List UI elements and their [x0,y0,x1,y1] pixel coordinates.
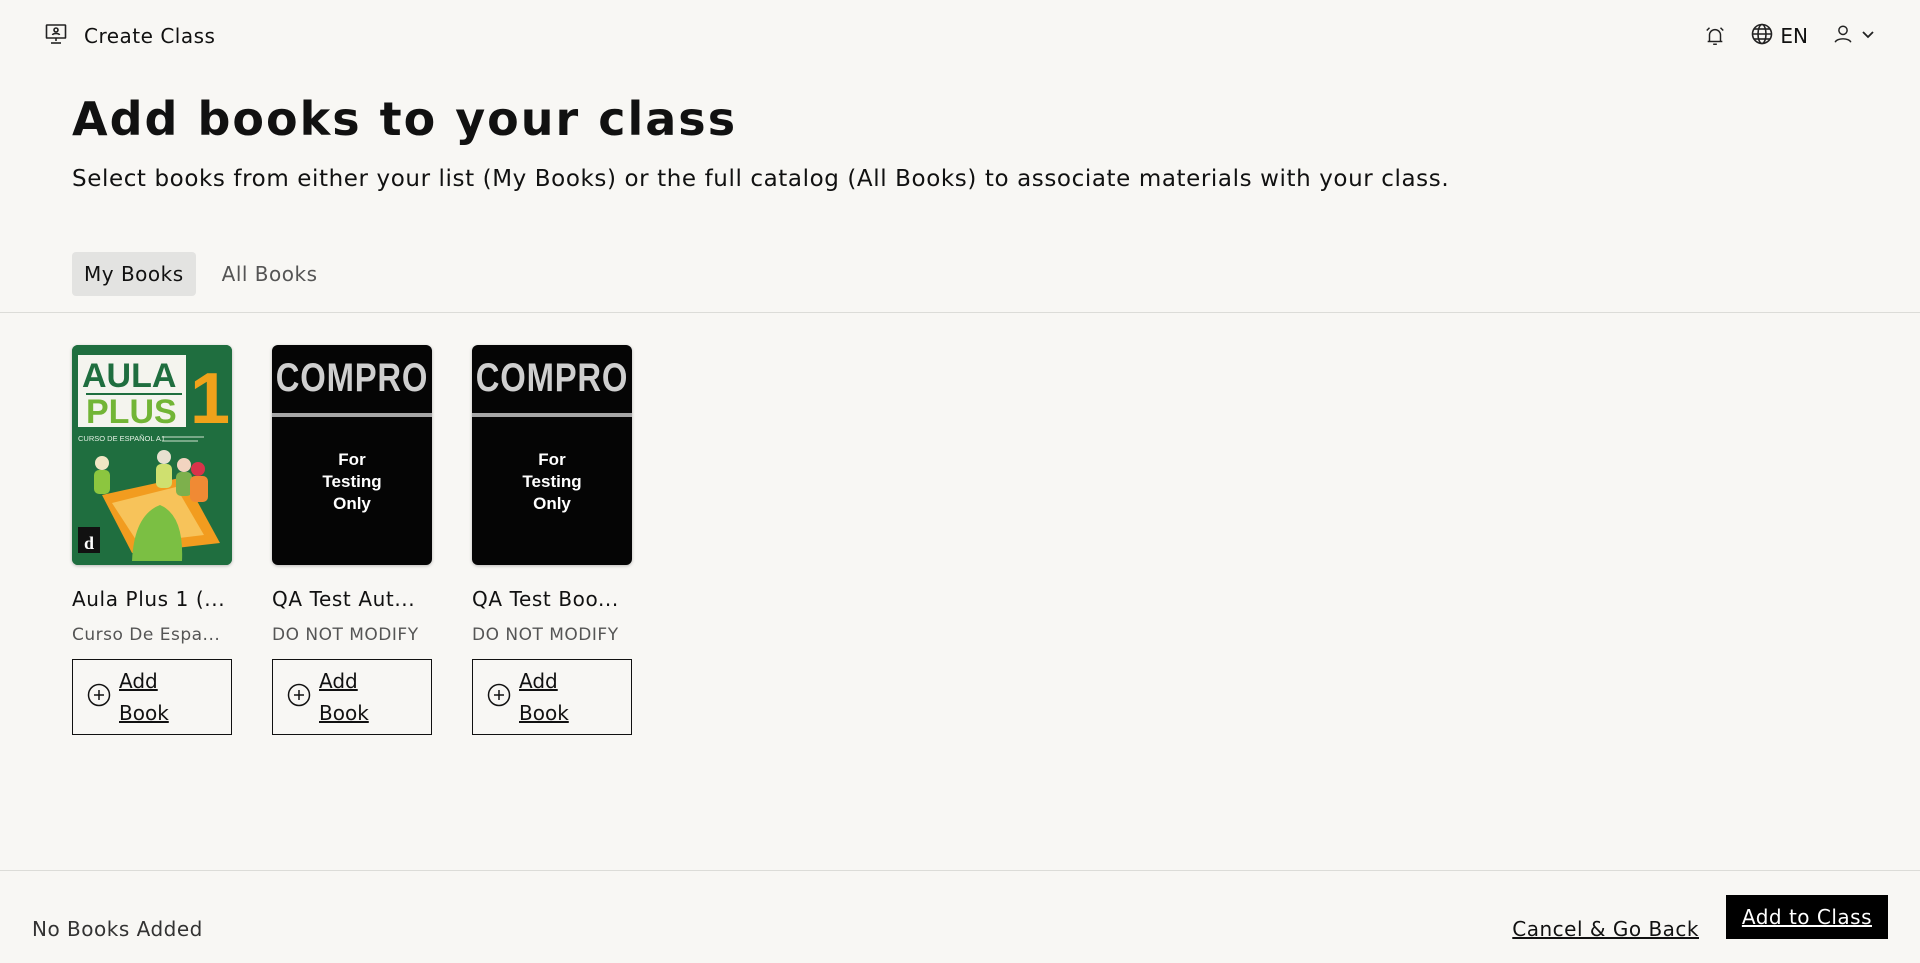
plus-circle-icon [487,683,511,711]
footer-bar: No Books Added Cancel & Go Back Add to C… [0,870,1920,963]
book-tabs: My Books All Books [72,252,330,296]
hero: Add books to your class Select books fro… [72,92,1449,192]
add-book-button[interactable]: Add Book [72,659,232,735]
cover-caption: CURSO DE ESPAÑOL A1 [78,434,165,443]
language-label: EN [1780,24,1808,48]
user-icon [1832,23,1854,49]
book-card: COMPRO For Testing Only QA Test Aut... D… [272,345,432,735]
book-subtitle: DO NOT MODIFY [272,625,419,645]
add-book-button[interactable]: Add Book [472,659,632,735]
top-bar: Create Class EN [0,0,1920,72]
cover-number: 1 [190,359,230,439]
app-title: Create Class [84,24,216,48]
chevron-down-icon [1860,26,1876,46]
cancel-go-back-link[interactable]: Cancel & Go Back [1512,917,1699,941]
alarm-icon[interactable] [1704,25,1726,47]
add-book-label: Add Book [319,669,369,725]
cover-brand: COMPRO [475,355,629,400]
cover-rule [272,413,432,417]
add-book-button[interactable]: Add Book [272,659,432,735]
book-cover[interactable]: AULA PLUS 1 CURSO DE ESPAÑOL A1 d [72,345,232,565]
cover-brand: COMPRO [275,355,429,400]
book-cover[interactable]: COMPRO For Testing Only [272,345,432,565]
cover-word-aula: AULA [82,357,176,395]
tabs-divider [0,312,1920,313]
top-right-controls: EN [1704,22,1876,50]
book-list: AULA PLUS 1 CURSO DE ESPAÑOL A1 d Aula P… [72,345,632,735]
book-title: Aula Plus 1 (... [72,587,226,611]
user-menu[interactable] [1832,23,1876,49]
book-title: QA Test Aut... [272,587,416,611]
selection-status: No Books Added [32,917,203,941]
cover-rule [472,413,632,417]
language-selector[interactable]: EN [1750,22,1808,50]
book-subtitle: DO NOT MODIFY [472,625,619,645]
book-card: AULA PLUS 1 CURSO DE ESPAÑOL A1 d Aula P… [72,345,232,735]
plus-circle-icon [287,683,311,711]
add-to-class-button[interactable]: Add to Class [1725,895,1888,939]
add-book-label: Add Book [519,669,569,725]
book-card: COMPRO For Testing Only QA Test Boo... D… [472,345,632,735]
cover-text: For Testing Only [522,450,582,513]
publisher-mark: d [84,533,94,553]
add-book-label: Add Book [119,669,169,725]
tab-my-books[interactable]: My Books [72,252,196,296]
presentation-icon [44,22,68,50]
page-subtitle: Select books from either your list (My B… [72,166,1450,192]
page-title: Add books to your class [72,92,738,146]
cover-word-plus: PLUS [86,393,177,431]
book-title: QA Test Boo... [472,587,619,611]
brand: Create Class [44,22,215,50]
cover-text: For Testing Only [322,450,382,513]
tab-all-books[interactable]: All Books [210,252,330,296]
book-subtitle: Curso De Espa... [72,625,221,645]
book-cover[interactable]: COMPRO For Testing Only [472,345,632,565]
globe-icon [1750,22,1774,50]
plus-circle-icon [87,683,111,711]
